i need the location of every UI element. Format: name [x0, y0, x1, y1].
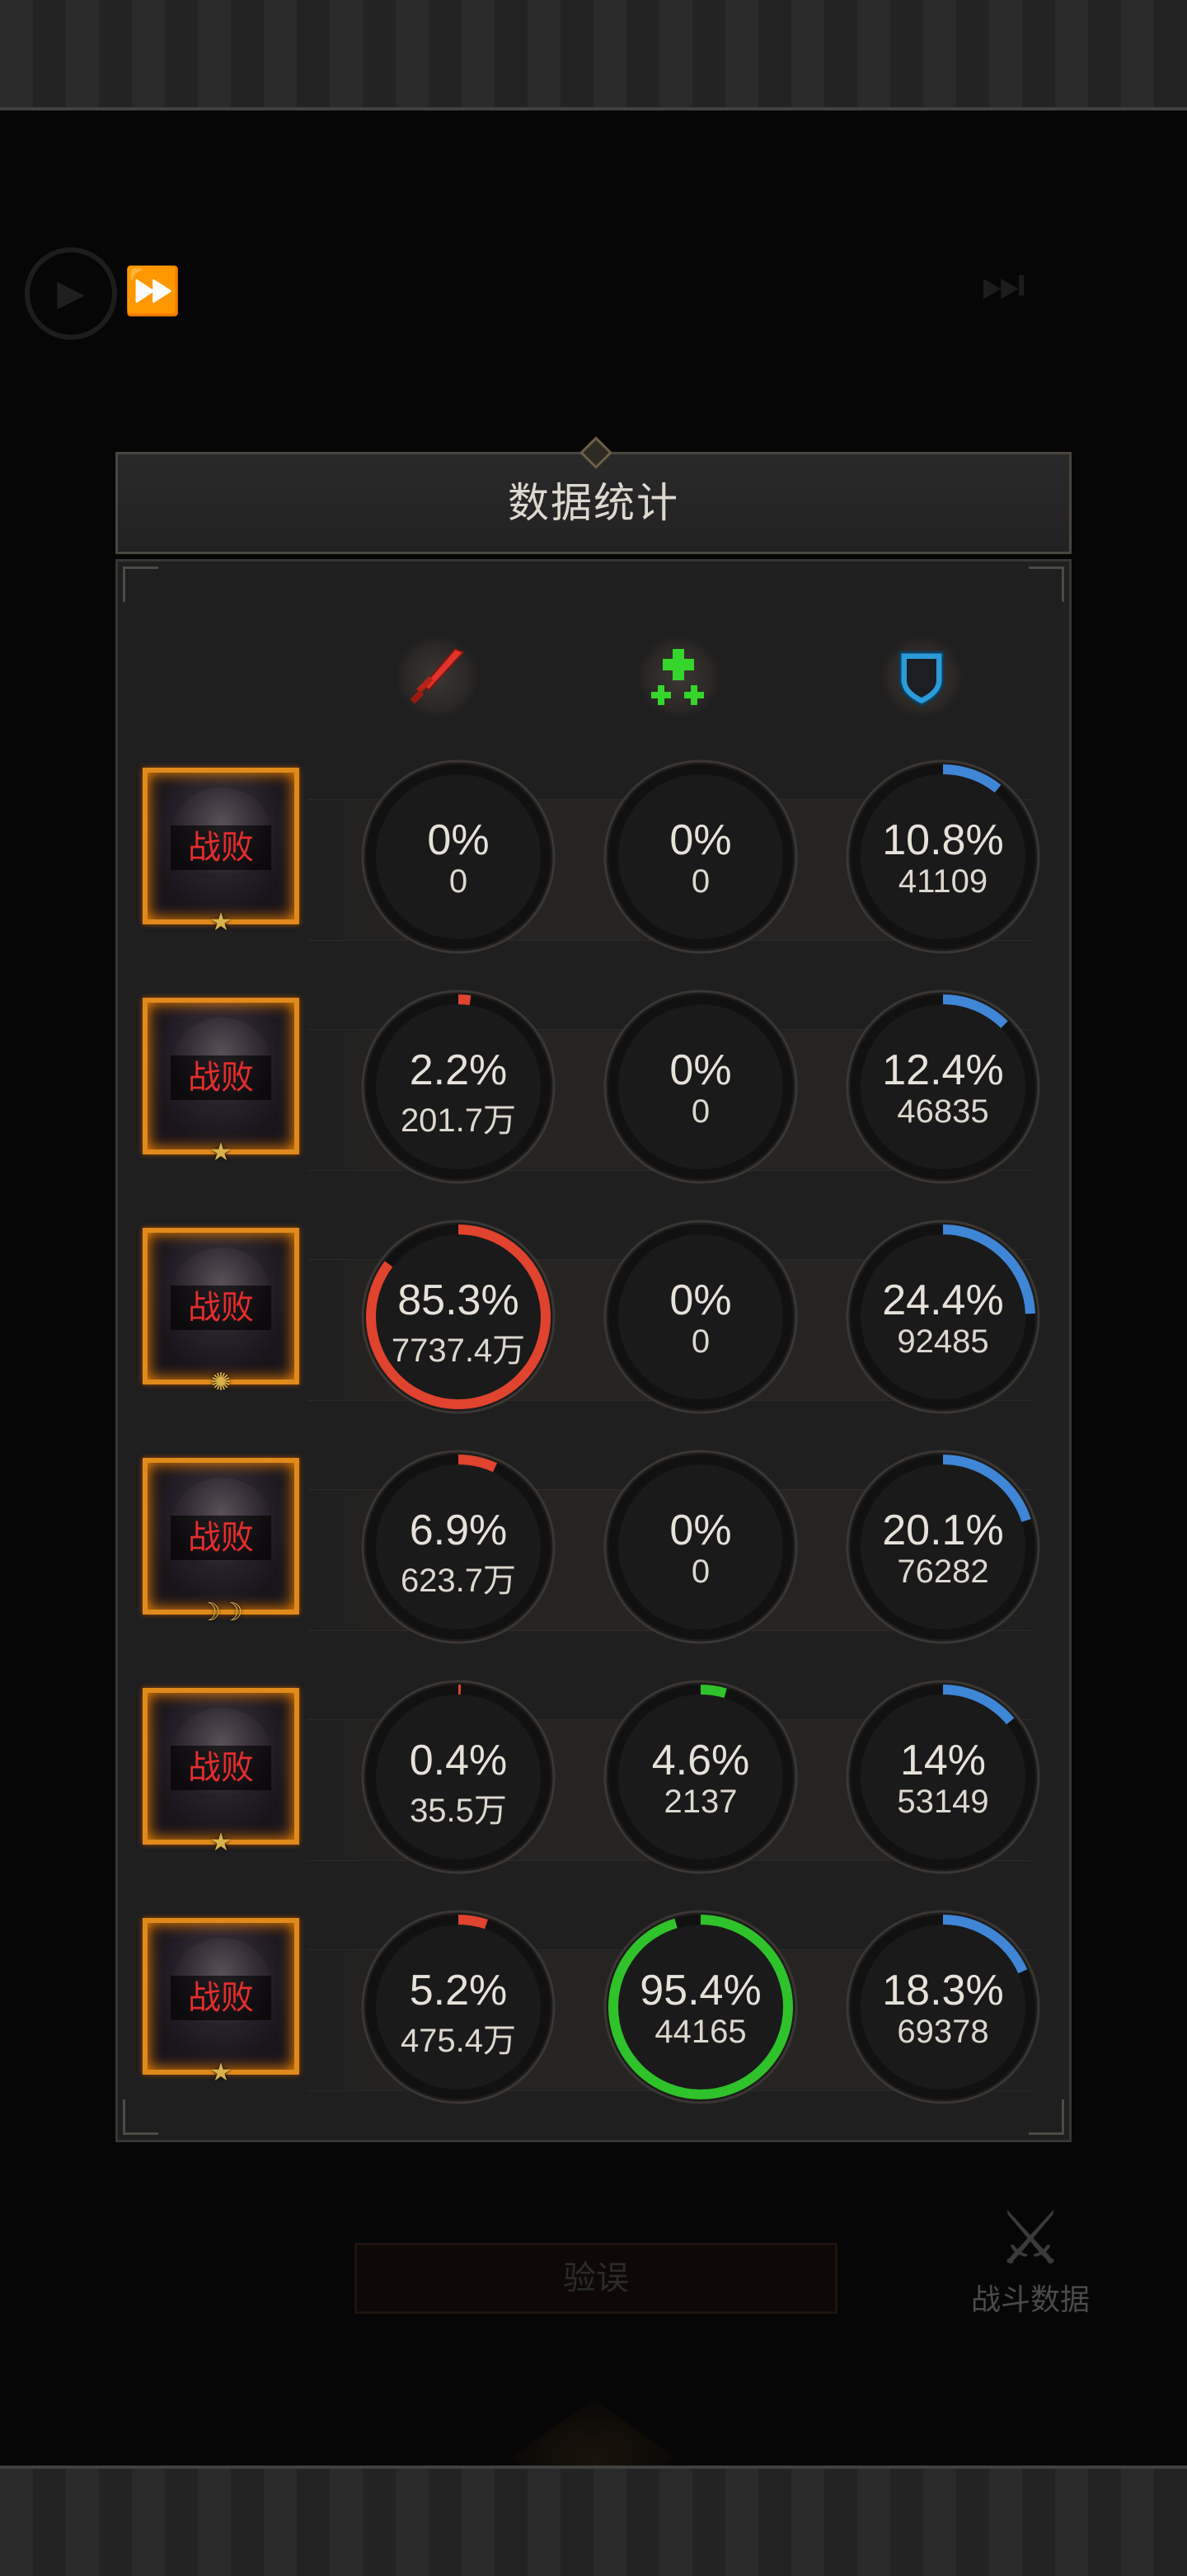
tank-percent: 10.8%: [882, 816, 1004, 864]
damage-column-header: [387, 628, 486, 726]
heal-value: 0: [691, 863, 711, 900]
defeated-badge: 战败: [171, 1976, 271, 2020]
damage-stat-ring: 6.9% 623.7万: [361, 1450, 556, 1644]
damage-value: 35.5万: [410, 1793, 507, 1829]
play-icon: ▶: [25, 247, 117, 340]
heal-stat-ring: 4.6% 2137: [603, 1680, 798, 1874]
heal-value: 0: [691, 1323, 711, 1360]
sun-badge-icon: ✺: [210, 1368, 232, 1397]
verify-button: 验误: [354, 2243, 837, 2314]
tank-value: 92485: [897, 1323, 989, 1360]
tank-value: 46835: [897, 1093, 989, 1130]
damage-value: 475.4万: [400, 2023, 517, 2059]
hero-stat-row: 战败 ★ 0% 0 0% 0 10.8% 41109: [143, 759, 1049, 966]
bottom-frame-border: [0, 2466, 1187, 2576]
tank-stat-ring: 18.3% 69378: [846, 1910, 1040, 2104]
tank-percent: 14%: [899, 1737, 987, 1784]
heal-stat-ring: 0% 0: [603, 1450, 798, 1644]
tank-value: 69378: [897, 2014, 989, 2050]
damage-percent: 0.4%: [409, 1737, 508, 1784]
green-plus-icon: [651, 649, 704, 705]
top-frame-border: [0, 0, 1187, 110]
heal-value: 44165: [654, 2014, 747, 2050]
red-sword-icon: [410, 647, 465, 704]
corner-ornament: [1029, 566, 1064, 602]
hero-stat-row: 战败 ★ 2.2% 201.7万 0% 0 12.4% 46835: [143, 990, 1049, 1196]
battle-data-icon: ⚔: [997, 2195, 1064, 2282]
defeated-badge: 战败: [171, 1055, 271, 1100]
heal-stat-ring: 0% 0: [603, 990, 798, 1184]
defeated-badge: 战败: [171, 1286, 271, 1330]
panel-title: 数据统计: [508, 479, 679, 527]
damage-stat-ring: 5.2% 475.4万: [361, 1910, 556, 2104]
tank-value: 41109: [898, 863, 988, 900]
heal-percent: 0%: [669, 1507, 732, 1554]
damage-percent: 0%: [427, 816, 490, 864]
star-badge-icon: ★: [209, 908, 232, 937]
defeated-badge: 战败: [171, 1746, 271, 1790]
damage-percent: 5.2%: [409, 1967, 508, 2014]
tank-percent: 20.1%: [882, 1507, 1004, 1554]
damage-value: 7737.4万: [391, 1333, 526, 1369]
corner-ornament: [123, 566, 158, 602]
tank-value: 53149: [897, 1784, 989, 1820]
star-badge-icon: ★: [209, 1828, 232, 1857]
tank-value: 76282: [897, 1554, 989, 1590]
defeated-badge: 战败: [171, 1516, 271, 1560]
heal-percent: 0%: [669, 1276, 732, 1324]
defeated-badge: 战败: [171, 825, 271, 870]
damage-taken-column-header: [872, 628, 971, 726]
tank-percent: 24.4%: [882, 1276, 1004, 1324]
heal-percent: 4.6%: [651, 1737, 750, 1784]
heal-value: 0: [691, 1093, 711, 1130]
speed-icon: ⏩: [124, 265, 181, 318]
heal-percent: 95.4%: [640, 1967, 762, 2014]
star-badge-icon: ★: [209, 2058, 232, 2087]
tank-stat-ring: 20.1% 76282: [846, 1450, 1040, 1644]
blue-shield-icon: [898, 651, 945, 707]
hero-portrait[interactable]: 战败: [143, 1458, 299, 1615]
tank-stat-ring: 12.4% 46835: [846, 990, 1040, 1184]
damage-value: 623.7万: [400, 1563, 517, 1599]
healing-column-header: [630, 628, 729, 726]
hero-stat-row: 战败 ☽☽ 6.9% 623.7万 0% 0 20.1% 76282: [143, 1450, 1049, 1656]
heal-value: 0: [691, 1554, 711, 1590]
damage-percent: 85.3%: [397, 1276, 519, 1324]
hero-stat-row: 战败 ✺ 85.3% 7737.4万 0% 0 24.4% 92485: [143, 1220, 1049, 1426]
stats-panel-header: 数据统计: [115, 436, 1072, 554]
damage-stat-ring: 0% 0: [361, 759, 556, 954]
battle-data-label: 战斗数据: [970, 2283, 1090, 2317]
star-badge-icon: ★: [209, 1138, 232, 1167]
skip-icon: ⏭: [981, 256, 1025, 313]
heal-percent: 0%: [669, 1046, 732, 1094]
hero-portrait[interactable]: 战败: [143, 1228, 299, 1384]
damage-stat-ring: 85.3% 7737.4万: [361, 1220, 556, 1414]
hero-stat-row: 战败 ★ 0.4% 35.5万 4.6% 2137 14% 53149: [143, 1680, 1049, 1886]
heal-percent: 0%: [669, 816, 732, 864]
damage-stat-ring: 2.2% 201.7万: [361, 990, 556, 1184]
hero-portrait[interactable]: 战败: [143, 1688, 299, 1845]
damage-percent: 6.9%: [409, 1507, 508, 1554]
hero-portrait[interactable]: 战败: [143, 1918, 299, 2075]
tank-percent: 12.4%: [882, 1046, 1004, 1094]
heal-stat-ring: 0% 0: [603, 759, 798, 954]
damage-percent: 2.2%: [409, 1046, 508, 1094]
tank-stat-ring: 14% 53149: [846, 1680, 1040, 1874]
stats-panel: 战败 ★ 0% 0 0% 0 10.8% 41109 战败 ★ 2.2% 201.7万 0% 0 12.4%…: [115, 559, 1072, 2142]
heal-stat-ring: 0% 0: [603, 1220, 798, 1414]
tank-percent: 18.3%: [882, 1967, 1004, 2014]
heal-stat-ring: 95.4% 44165: [603, 1910, 798, 2104]
damage-stat-ring: 0.4% 35.5万: [361, 1680, 556, 1874]
tank-stat-ring: 10.8% 41109: [846, 759, 1040, 954]
heal-value: 2137: [664, 1784, 738, 1820]
hero-stat-row: 战败 ★ 5.2% 475.4万 95.4% 44165 18.3% 69378: [143, 1910, 1049, 2116]
hero-portrait[interactable]: 战败: [143, 768, 299, 924]
hero-portrait[interactable]: 战败: [143, 998, 299, 1154]
moon-badge-icon: ☽☽: [199, 1598, 243, 1627]
tank-stat-ring: 24.4% 92485: [846, 1220, 1040, 1414]
damage-value: 0: [448, 863, 468, 900]
damage-value: 201.7万: [400, 1102, 517, 1139]
